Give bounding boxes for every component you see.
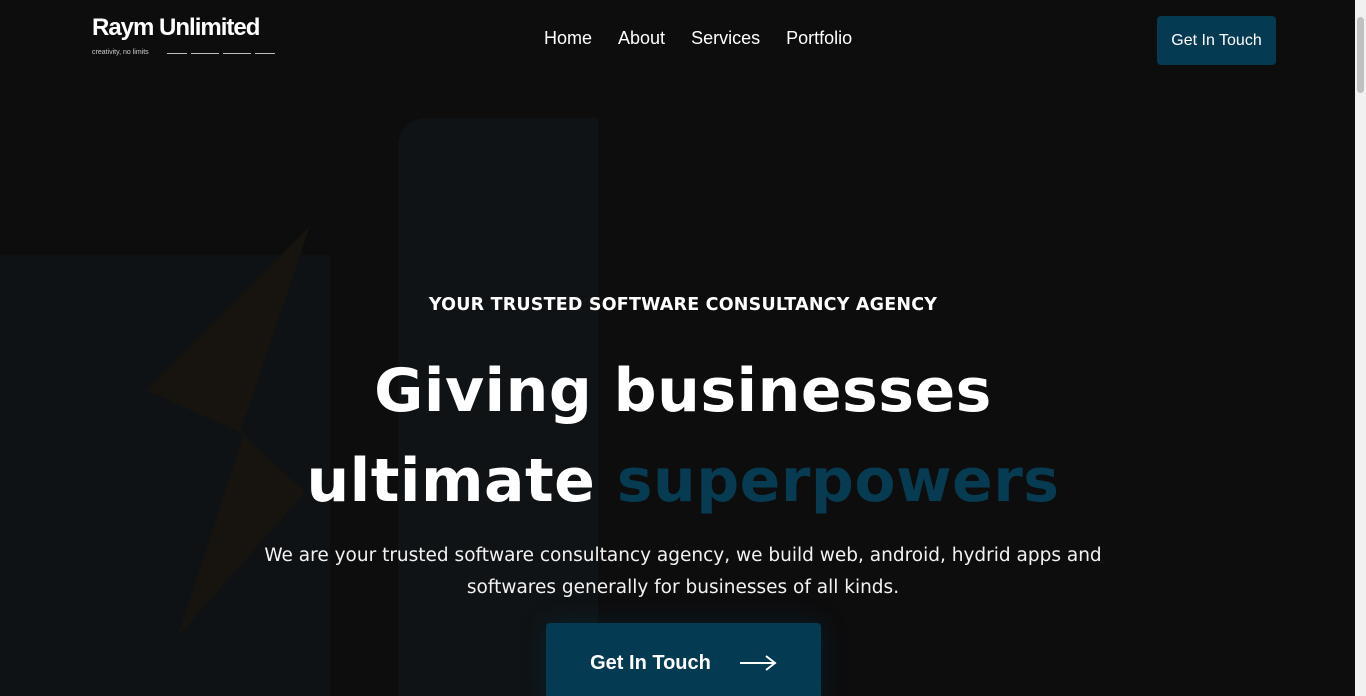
logo[interactable]: Raym Unlimited creativity, no limits xyxy=(92,14,282,60)
nav-item-about[interactable]: About xyxy=(618,28,665,49)
scrollbar[interactable] xyxy=(1355,0,1366,696)
logo-divider xyxy=(255,53,275,54)
logo-tagline: creativity, no limits xyxy=(92,49,149,56)
headline-accent: superpowers xyxy=(616,446,1060,516)
main-nav: Home About Services Portfolio xyxy=(544,28,852,49)
headline-line-2: ultimate xyxy=(306,446,596,516)
logo-divider xyxy=(167,53,187,54)
logo-divider xyxy=(223,53,251,54)
headline-line-1: Giving businesses xyxy=(374,356,992,426)
page: Raym Unlimited creativity, no limits Hom… xyxy=(0,0,1366,696)
site-header: Raym Unlimited creativity, no limits Hom… xyxy=(0,0,1355,82)
logo-wordmark: Raym Unlimited xyxy=(92,14,260,41)
arrow-right-icon xyxy=(739,655,777,671)
logo-divider xyxy=(191,53,219,54)
hero-get-in-touch-button[interactable]: Get In Touch xyxy=(546,623,821,696)
get-in-touch-button[interactable]: Get In Touch xyxy=(1157,16,1276,65)
nav-item-portfolio[interactable]: Portfolio xyxy=(786,28,852,49)
nav-item-services[interactable]: Services xyxy=(691,28,760,49)
scrollbar-thumb[interactable] xyxy=(1357,17,1364,93)
hero-cta-label: Get In Touch xyxy=(590,651,711,674)
hero-description: We are your trusted software consultancy… xyxy=(264,545,1102,598)
hero-headline: Giving businesses ultimate superpowers xyxy=(0,346,1366,526)
hero-eyebrow: YOUR TRUSTED SOFTWARE CONSULTANCY AGENCY xyxy=(428,295,938,315)
nav-item-home[interactable]: Home xyxy=(544,28,592,49)
